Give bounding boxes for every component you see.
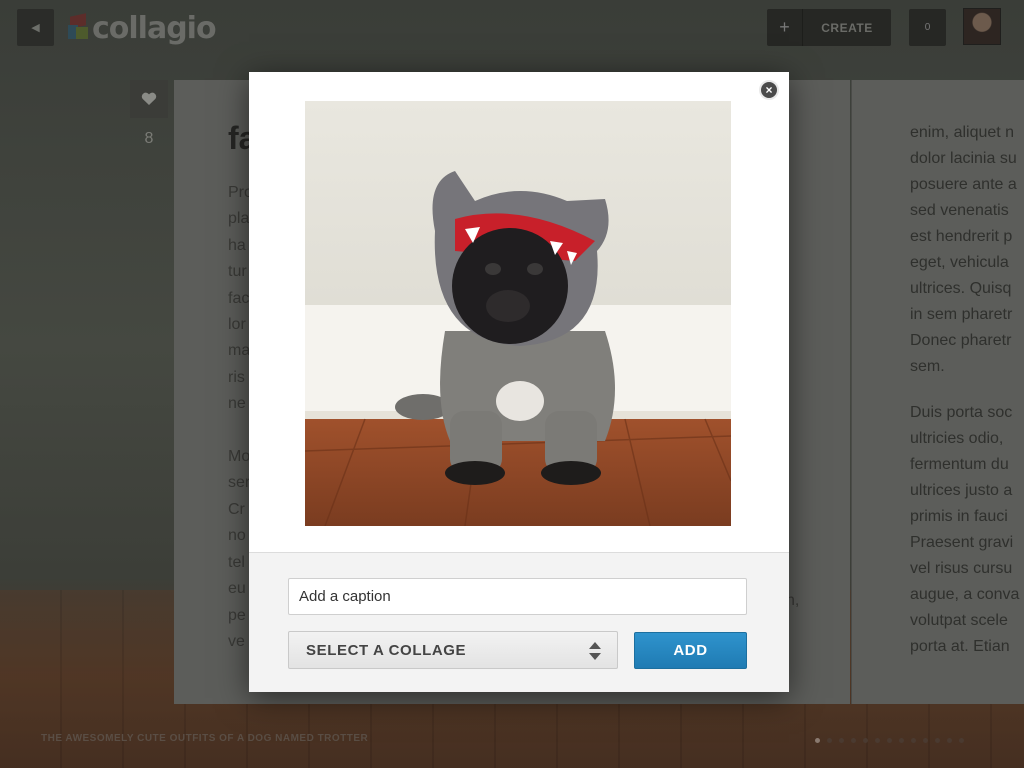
article-line: ultrices justo a <box>910 482 1013 499</box>
article-line: Donec pharetr <box>910 332 1012 349</box>
add-photo-modal: × Add a caption SELECT A COLLAGE ADD <box>249 72 789 692</box>
plus-icon: + <box>767 9 803 46</box>
logo-mark-icon <box>68 13 90 41</box>
modal-footer: SELECT A COLLAGE ADD <box>249 552 789 692</box>
page-dot[interactable] <box>851 738 856 743</box>
article-line: volutpat scele <box>910 612 1008 629</box>
article-line: eget, vehicula <box>910 254 1009 271</box>
article-line: porta at. Etian <box>910 638 1010 655</box>
paragraph: enim, aliquet n dolor lacinia su posuere a… <box>910 120 1024 380</box>
select-arrows-icon <box>589 642 601 660</box>
page-dot[interactable] <box>887 738 892 743</box>
page-dot[interactable] <box>935 738 940 743</box>
dog-photo <box>305 101 731 526</box>
top-bar: ◀ collagio + CREATE 0 <box>0 0 1024 56</box>
page-dot[interactable] <box>839 738 844 743</box>
like-count: 8 <box>144 130 154 147</box>
close-icon: × <box>765 83 773 97</box>
article-line: augue, a conva <box>910 586 1020 603</box>
page-dot[interactable] <box>911 738 916 743</box>
caption-input[interactable] <box>288 578 747 615</box>
article-line: in sem pharetr <box>910 306 1013 323</box>
article-line: posuere ante a <box>910 176 1017 193</box>
page-dot[interactable] <box>827 738 832 743</box>
collage-select[interactable]: SELECT A COLLAGE <box>288 631 618 669</box>
back-button[interactable]: ◀ <box>17 9 54 46</box>
article-line: ultricies odio, <box>910 430 1004 447</box>
article-line: est hendrerit p <box>910 228 1013 245</box>
article-line: fermentum du <box>910 456 1009 473</box>
heart-icon <box>141 92 157 105</box>
add-button[interactable]: ADD <box>634 632 747 669</box>
logo-text: collagio <box>92 10 217 46</box>
story-caption: THE AWESOMELY CUTE OUTFITS OF A DOG NAME… <box>41 733 369 744</box>
page-dot[interactable] <box>923 738 928 743</box>
page-dot[interactable] <box>863 738 868 743</box>
page-dot[interactable] <box>947 738 952 743</box>
page-dot[interactable] <box>815 738 820 743</box>
paragraph: Duis porta soc ultricies odio, fermentum d… <box>910 400 1024 660</box>
page-dot[interactable] <box>959 738 964 743</box>
dog-in-wolf-costume-image <box>305 101 731 526</box>
article-line: vel risus cursu <box>910 560 1013 577</box>
create-label: CREATE <box>821 20 873 35</box>
page-dot[interactable] <box>899 738 904 743</box>
article-line: sed venenatis <box>910 202 1009 219</box>
close-button[interactable]: × <box>759 80 779 100</box>
collage-select-label: SELECT A COLLAGE <box>306 641 467 659</box>
article-line: dolor lacinia su <box>910 150 1017 167</box>
article-line: Praesent gravi <box>910 534 1014 551</box>
article-line: ultrices. Quisq <box>910 280 1012 297</box>
logo[interactable]: collagio <box>68 8 217 48</box>
page-dot[interactable] <box>875 738 880 743</box>
like-column: 8 <box>130 80 168 148</box>
like-button[interactable] <box>130 80 168 118</box>
article-page-right: enim, aliquet n dolor lacinia su posuere a… <box>851 80 1024 704</box>
avatar[interactable] <box>963 8 1001 45</box>
article-line: primis in fauci <box>910 508 1008 525</box>
back-arrow-icon: ◀ <box>31 22 40 34</box>
notification-count-button[interactable]: 0 <box>909 9 946 46</box>
page-dots <box>815 738 964 743</box>
article-body-right: enim, aliquet n dolor lacinia su posuere a… <box>910 120 1024 680</box>
article-line: Duis porta soc <box>910 404 1013 421</box>
article-line: sem. <box>910 358 945 375</box>
create-button[interactable]: + CREATE <box>767 9 891 46</box>
article-line: enim, aliquet n <box>910 124 1015 141</box>
